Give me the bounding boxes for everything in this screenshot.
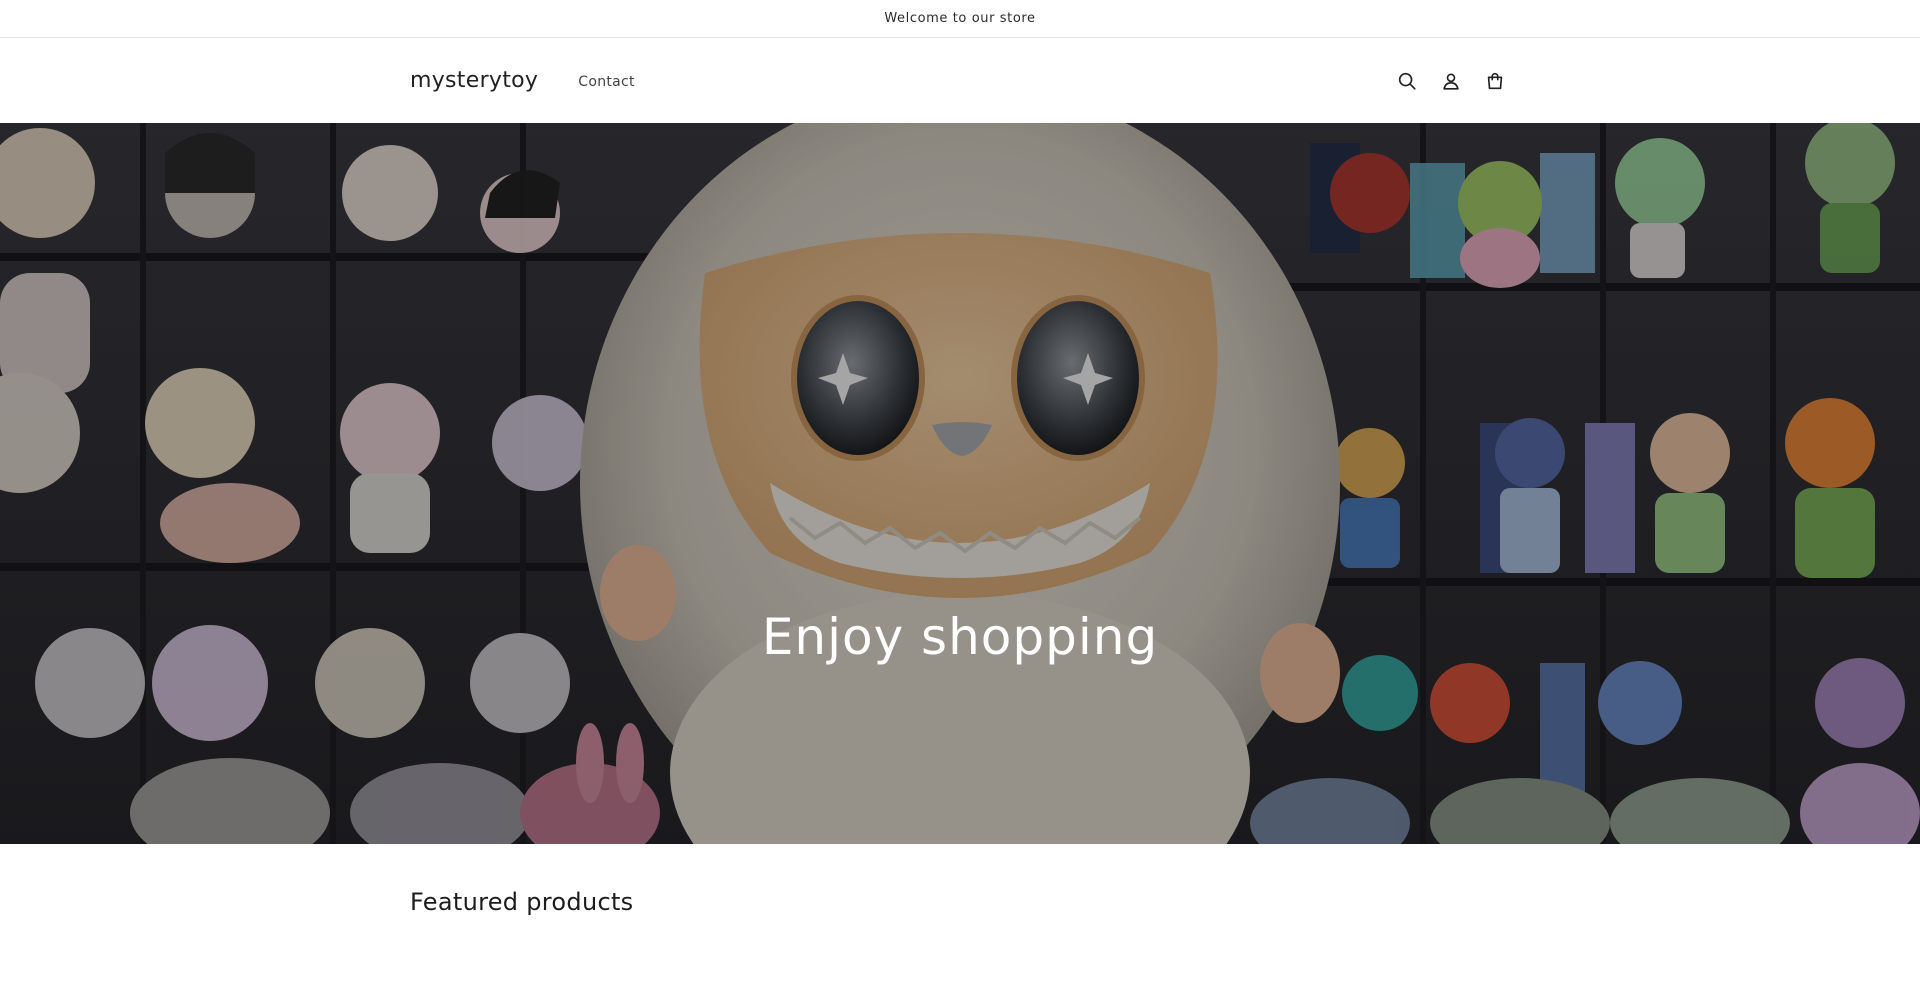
- cart-icon[interactable]: [1480, 66, 1510, 96]
- store-logo[interactable]: mysterytoy: [410, 68, 538, 93]
- announcement-text: Welcome to our store: [884, 11, 1036, 26]
- header-icons: [1392, 66, 1510, 96]
- hero-heading: Enjoy shopping: [761, 608, 1159, 666]
- account-icon[interactable]: [1436, 66, 1466, 96]
- main-nav: Contact: [578, 71, 635, 90]
- hero-banner: Enjoy shopping: [0, 123, 1920, 844]
- featured-section: Featured products: [0, 844, 1920, 916]
- hero-overlay: [0, 123, 1920, 844]
- site-header: mysterytoy Contact: [0, 38, 1920, 123]
- announcement-bar: Welcome to our store: [0, 0, 1920, 38]
- featured-products-heading: Featured products: [410, 888, 634, 916]
- header-inner: mysterytoy Contact: [410, 38, 1510, 123]
- search-icon[interactable]: [1392, 66, 1422, 96]
- nav-link-contact[interactable]: Contact: [578, 74, 635, 90]
